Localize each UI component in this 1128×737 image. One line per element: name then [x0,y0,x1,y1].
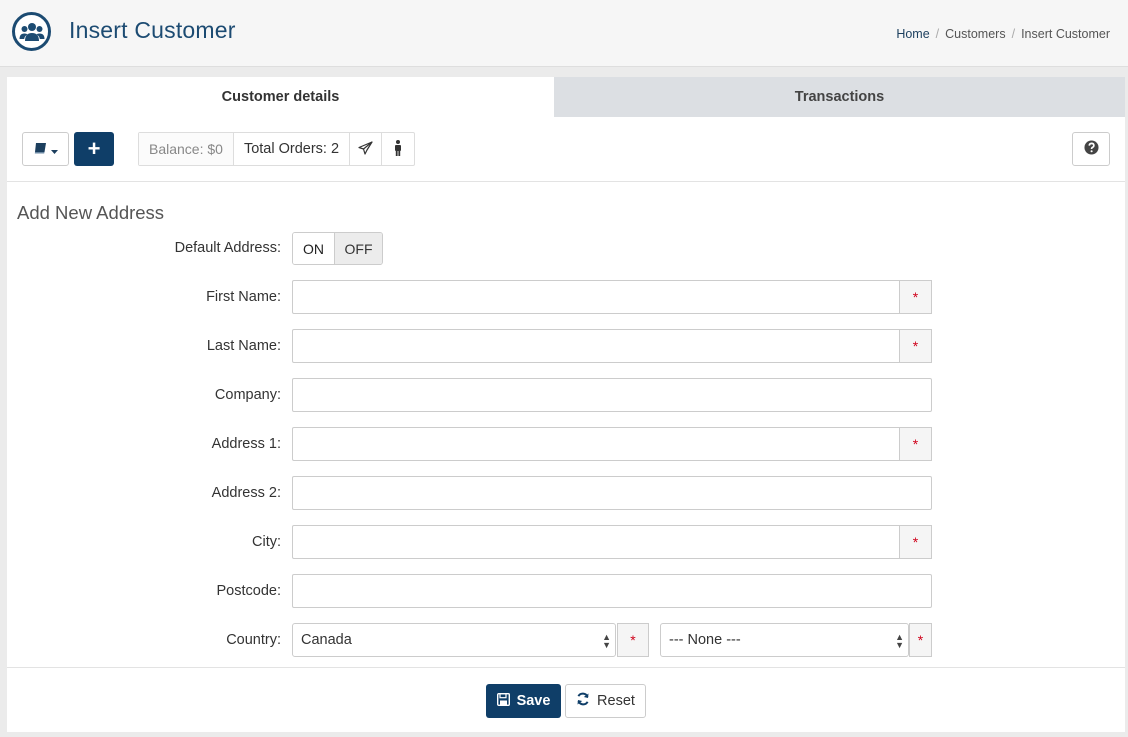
zone-select[interactable]: --- None --- ▲ ▼ [660,623,909,657]
question-circle-icon [1083,140,1099,158]
users-icon [12,12,51,51]
default-address-toggle[interactable]: ON OFF [292,232,383,265]
paper-plane-icon [358,140,373,158]
toolbar: + Balance: $0 Total Orders: 2 [7,117,1125,182]
company-field [292,378,932,412]
page-title: Insert Customer [69,17,236,43]
required-marker: * [900,329,932,363]
default-address-label: Default Address: [174,240,281,256]
help-button[interactable] [1072,132,1110,166]
form-footer: Save Reset [7,667,1125,732]
last-name-input[interactable] [292,329,900,363]
floppy-disk-icon [496,692,510,710]
postcode-label: Postcode: [216,583,282,599]
reset-label: Reset [597,693,635,709]
caret-down-icon [50,141,58,157]
reset-button[interactable]: Reset [565,684,646,718]
toggle-off-option[interactable]: OFF [335,233,382,264]
last-name-field: * [292,329,932,363]
customer-profile-button[interactable] [382,133,414,165]
first-name-label: First Name: [206,289,281,305]
add-button[interactable]: + [74,132,114,166]
first-name-input[interactable] [292,280,900,314]
required-marker: * [909,623,932,657]
country-label: Country: [226,632,281,648]
address1-field: * [292,427,932,461]
breadcrumb-separator: / [1011,27,1016,41]
select-arrows-icon: ▲ ▼ [895,632,904,650]
customer-panel: Customer details Transactions + Balance:… [7,77,1125,732]
total-orders-display: Total Orders: 2 [234,133,351,165]
required-marker: * [900,525,932,559]
send-email-button[interactable] [350,133,383,165]
address2-input[interactable] [292,476,932,510]
company-input[interactable] [292,378,932,412]
address1-input[interactable] [292,427,900,461]
section-title: Add New Address [17,202,165,223]
save-label: Save [516,693,551,709]
address-book-dropdown-button[interactable] [22,132,69,166]
first-name-field: * [292,280,932,314]
customer-stats: Balance: $0 Total Orders: 2 [138,132,416,166]
address2-field [292,476,932,510]
breadcrumb-separator: / [935,27,940,41]
select-arrows-icon: ▲ ▼ [602,632,611,650]
country-selected-value: Canada [301,632,352,648]
breadcrumb-current: Insert Customer [1021,27,1110,41]
balance-display: Balance: $0 [139,133,234,165]
book-icon [34,141,47,157]
zone-selected-value: --- None --- [669,632,741,648]
breadcrumb: Home / Customers / Insert Customer [896,27,1110,41]
postcode-field [292,574,932,608]
tab-customer-details[interactable]: Customer details [7,77,554,117]
save-button[interactable]: Save [486,684,561,718]
city-label: City: [252,534,281,550]
required-marker: * [900,280,932,314]
postcode-input[interactable] [292,574,932,608]
address1-label: Address 1: [211,436,281,452]
refresh-icon [576,692,590,710]
breadcrumb-home[interactable]: Home [896,27,929,41]
tab-transactions[interactable]: Transactions [554,77,1125,117]
breadcrumb-customers[interactable]: Customers [945,27,1005,41]
top-bar: Insert Customer Home / Customers / Inser… [0,0,1128,67]
address2-label: Address 2: [211,485,281,501]
required-marker: * [617,623,649,657]
city-field: * [292,525,932,559]
company-label: Company: [214,387,281,403]
required-marker: * [900,427,932,461]
last-name-label: Last Name: [206,338,281,354]
toggle-on-option[interactable]: ON [293,233,335,264]
country-select[interactable]: Canada ▲ ▼ [292,623,616,657]
city-input[interactable] [292,525,900,559]
male-icon [394,139,402,159]
